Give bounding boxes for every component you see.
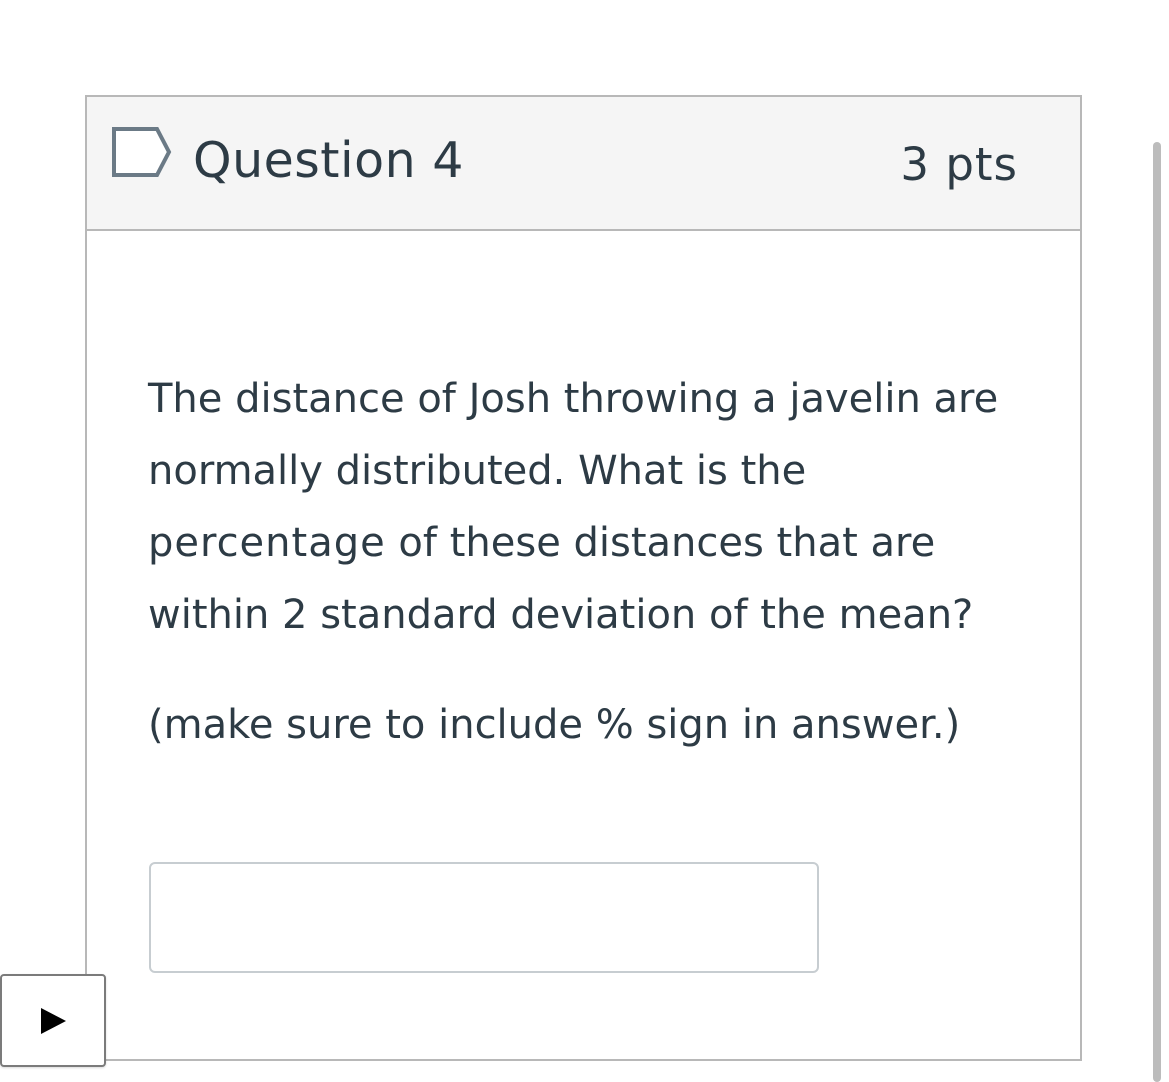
question-text: The distance of Josh throwing a javelin … — [148, 363, 1048, 651]
answer-input[interactable] — [149, 862, 819, 973]
expand-toggle-button[interactable] — [0, 974, 106, 1067]
question-title: Question 4 — [193, 132, 464, 189]
question-text-line: normally distributed. What is the — [148, 448, 807, 494]
question-body: The distance of Josh throwing a javelin … — [148, 363, 1048, 801]
question-header: Question 4 3 pts — [87, 97, 1080, 231]
question-card: Question 4 3 pts The distance of Josh th… — [85, 95, 1082, 1061]
question-note: (make sure to include % sign in answer.) — [148, 702, 961, 748]
question-text-line: within 2 standard deviation of the mean? — [148, 592, 974, 638]
question-points: 3 pts — [900, 138, 1018, 191]
question-emphasis: percentage — [148, 520, 386, 566]
question-text-line: The distance of Josh throwing a javelin … — [148, 376, 999, 422]
play-icon — [41, 1007, 66, 1034]
question-text-fragment: of these distances that are — [385, 520, 936, 566]
question-text-line: percentage of these distances that are — [148, 507, 1048, 579]
flag-icon[interactable] — [111, 126, 173, 178]
scrollbar[interactable] — [1153, 142, 1161, 1082]
